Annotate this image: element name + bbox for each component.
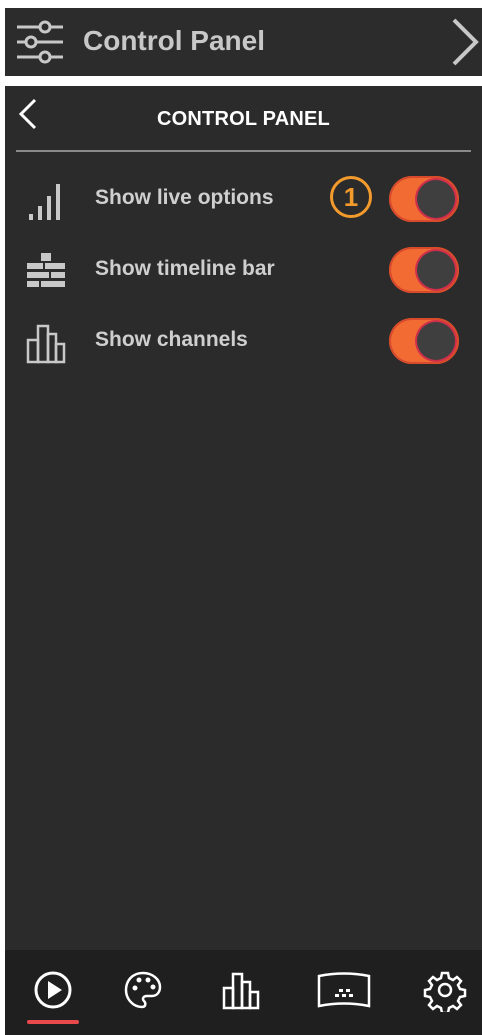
live-options-toggle[interactable]	[389, 176, 459, 222]
top-bar: Control Panel	[5, 8, 482, 76]
settings-icon[interactable]	[423, 968, 467, 1012]
bottom-nav	[5, 950, 482, 1035]
panel-title: CONTROL PANEL	[157, 108, 330, 130]
screen-icon[interactable]	[313, 968, 375, 1012]
signal-bars-icon	[29, 184, 60, 220]
control-panel: CONTROL PANEL Show live options 1 Show t	[5, 86, 482, 1035]
row-show-timeline-bar: Show timeline bar	[5, 241, 482, 301]
sliders-icon	[17, 20, 63, 64]
step-badge: 1	[330, 176, 372, 218]
row-show-channels: Show channels	[5, 312, 482, 372]
toggle-knob	[417, 251, 455, 289]
palette-icon[interactable]	[121, 968, 165, 1012]
row-label: Show live options	[95, 186, 274, 209]
toggle-knob	[417, 322, 455, 360]
topbar-title: Control Panel	[83, 25, 266, 56]
timeline-bar-toggle[interactable]	[389, 247, 459, 293]
panel-header: CONTROL PANEL	[5, 86, 482, 148]
row-label: Show channels	[95, 328, 248, 351]
header-divider	[16, 150, 471, 152]
channels-bars-icon	[26, 324, 66, 364]
toggle-knob	[417, 180, 455, 218]
timeline-stack-icon	[27, 253, 65, 287]
row-show-live-options: Show live options 1	[5, 170, 482, 230]
play-icon[interactable]	[31, 968, 75, 1012]
channels-toggle[interactable]	[389, 318, 459, 364]
chevron-right-icon[interactable]	[448, 16, 480, 68]
active-tab-indicator	[27, 1020, 79, 1024]
row-label: Show timeline bar	[95, 257, 275, 280]
channels-icon[interactable]	[219, 968, 263, 1012]
